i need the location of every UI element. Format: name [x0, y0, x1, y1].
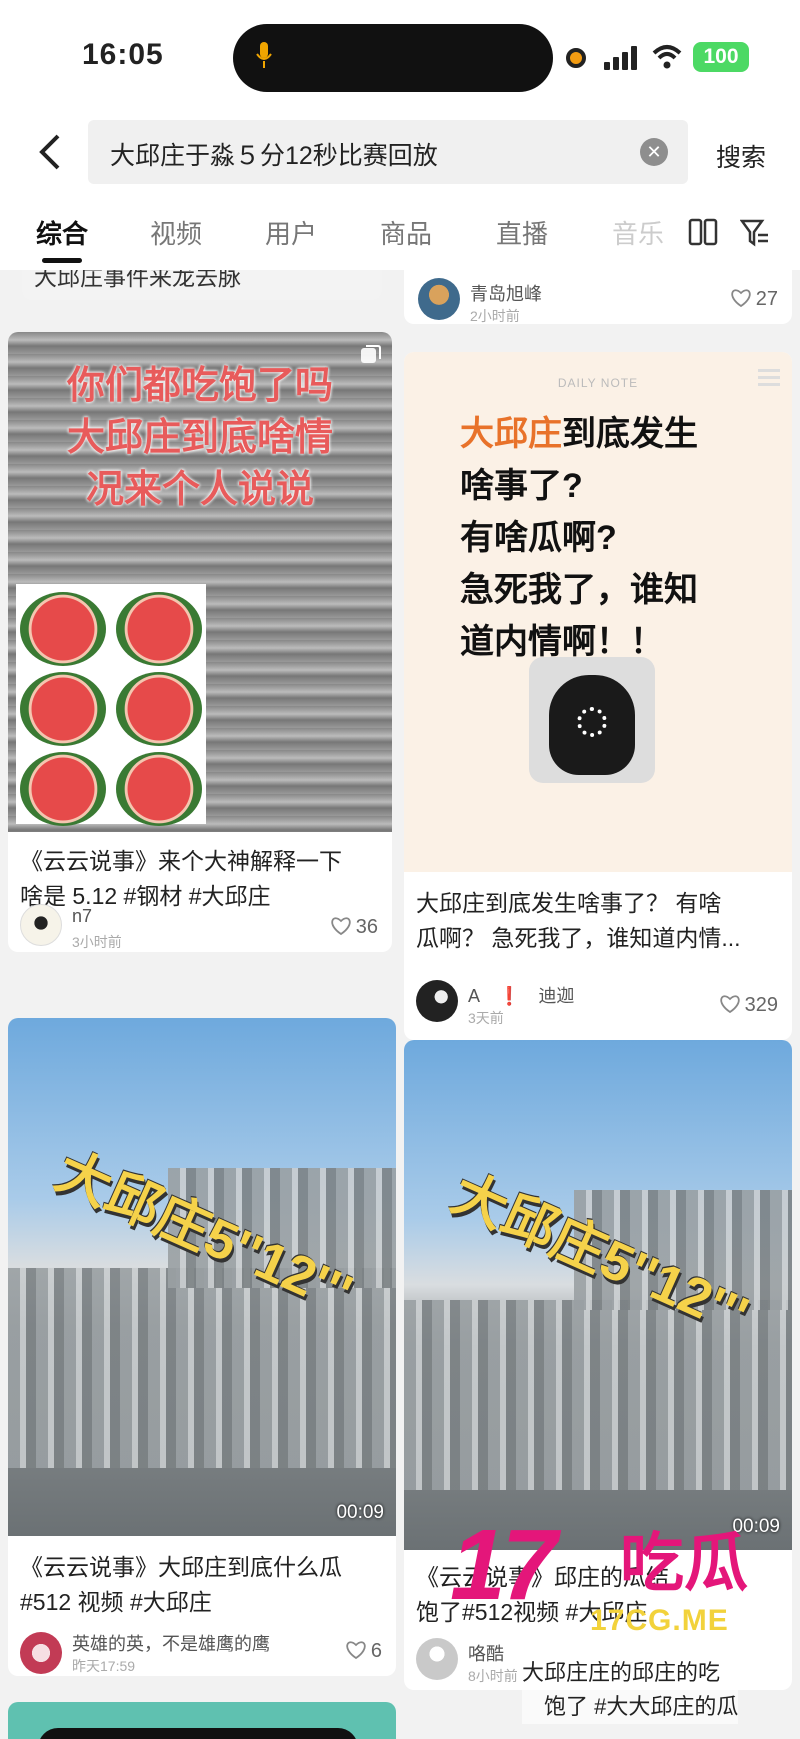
- post-title-line: 大邱庄到底发生啥事了？ 有啥: [416, 890, 722, 916]
- wifi-icon: [652, 45, 682, 69]
- post-title-line: 啥是 5.12 #钢材 #大邱庄: [20, 883, 271, 909]
- like-button[interactable]: 6: [345, 1640, 382, 1663]
- post-cover-image: DAILY NOTE 大邱庄到底发生 啥事了? 有啥瓜啊? 急死我了，谁知 道内…: [404, 352, 792, 872]
- post-time: 8小时前: [468, 1668, 518, 1684]
- video-duration: 00:09: [336, 1502, 384, 1523]
- watermark-logo: 17: [450, 1509, 557, 1621]
- tab-user[interactable]: 用户: [265, 214, 317, 251]
- overlay-caption: 大邱庄庄的邱庄的吃 饱了 #大大邱庄的瓜: [522, 1656, 739, 1724]
- post-card[interactable]: 你们都吃饱了吗 大邱庄到底啥情 况来个人说说 《云云说事》来个大神解释一下 啥是…: [8, 332, 392, 952]
- tab-music[interactable]: 音乐: [612, 214, 664, 251]
- tab-goods[interactable]: 商品: [380, 214, 432, 251]
- search-header: 大邱庄于淼５分12秒比赛回放 ✕ 搜索: [0, 110, 800, 196]
- watermark-url: 17CG.ME: [590, 1604, 729, 1637]
- heart-icon: [346, 1641, 366, 1660]
- multi-image-icon: [361, 345, 381, 363]
- note-header: DAILY NOTE: [557, 376, 639, 390]
- post-time: 3小时前: [72, 934, 122, 950]
- dynamic-island: [233, 24, 553, 92]
- recording-dot-icon: [566, 48, 586, 68]
- post-title-line: 瓜啊？ 急死我了，谁知道内情...: [416, 925, 741, 951]
- heart-icon: [331, 917, 351, 936]
- watermark-logo-text: 吃瓜: [620, 1527, 748, 1599]
- clock: 16:05: [82, 38, 164, 71]
- cover-caption-line: 你们都吃饱了吗: [66, 365, 333, 407]
- search-button[interactable]: 搜索: [716, 138, 766, 174]
- battery-indicator: 100: [693, 42, 749, 72]
- like-count: 27: [755, 288, 778, 310]
- post-title-line: 《云云说事》大邱庄到底什么瓜: [20, 1554, 342, 1580]
- back-arrow-icon[interactable]: [36, 132, 66, 172]
- heart-icon: [720, 995, 740, 1014]
- tab-live[interactable]: 直播: [496, 214, 548, 251]
- cover-caption-line: 况来个人说说: [85, 469, 314, 511]
- note-body: 大邱庄到底发生 啥事了? 有啥瓜啊? 急死我了，谁知 道内情啊！！: [460, 415, 698, 661]
- post-card[interactable]: DAILY NOTE 大邱庄到底发生 啥事了? 有啥瓜啊? 急死我了，谁知 道内…: [404, 352, 792, 1040]
- watermelon-image: [16, 584, 206, 826]
- filter-icon[interactable]: [740, 218, 770, 248]
- post-title-line: #512 视频 #大邱庄: [20, 1589, 212, 1615]
- like-count: 329: [744, 994, 778, 1016]
- like-button[interactable]: 27: [730, 288, 778, 311]
- author-name[interactable]: 咯酷: [468, 1640, 504, 1666]
- like-count: 6: [370, 1640, 382, 1662]
- post-time: 3天前: [468, 1010, 504, 1026]
- author-name[interactable]: 青岛旭峰: [470, 280, 542, 306]
- tab-video[interactable]: 视频: [150, 214, 202, 251]
- avatar[interactable]: [418, 278, 460, 320]
- like-button[interactable]: 329: [719, 994, 778, 1017]
- post-card[interactable]: 大邱庄5''12''' 00:09 《云云说事》大邱庄到底什么瓜 #512 视频…: [8, 1018, 396, 1676]
- layout-toggle-icon[interactable]: [688, 218, 718, 246]
- post-video-cover: 大邱庄5''12''' 00:09: [8, 1018, 396, 1536]
- status-bar: 16:05 100: [0, 0, 800, 110]
- clear-icon[interactable]: ✕: [640, 138, 668, 166]
- partial-card-right[interactable]: 青岛旭峰 2小时前 27: [404, 270, 792, 324]
- avatar[interactable]: [20, 904, 62, 946]
- post-title-line: 《云云说事》来个大神解释一下: [20, 848, 342, 874]
- search-query: 大邱庄于淼５分12秒比赛回放: [110, 142, 438, 170]
- cat-image: [529, 657, 655, 783]
- active-tab-indicator: [42, 258, 82, 263]
- avatar[interactable]: [416, 1638, 458, 1680]
- post-time: 昨天17:59: [72, 1658, 136, 1674]
- post-time: 2小时前: [470, 308, 520, 324]
- cover-caption-line: 大邱庄到底啥情: [66, 417, 333, 459]
- avatar[interactable]: [416, 980, 458, 1022]
- post-cover-image: 你们都吃饱了吗 大邱庄到底啥情 况来个人说说: [8, 332, 392, 832]
- note-highlight: 大邱庄: [460, 415, 562, 453]
- cellular-signal-icon: [604, 46, 637, 70]
- exclamation-icon: ❗: [498, 986, 521, 1006]
- post-video-cover: 大邱庄5''12''' 00:09: [404, 1040, 792, 1550]
- tab-bar: 综合 视频 用户 商品 直播 音乐: [0, 196, 800, 270]
- search-input[interactable]: 大邱庄于淼５分12秒比赛回放 ✕: [88, 120, 688, 184]
- partial-card-left[interactable]: 大邱庄事件来龙去脉: [22, 270, 382, 300]
- heart-icon: [731, 289, 751, 308]
- menu-lines-icon: [758, 369, 780, 386]
- tab-comprehensive[interactable]: 综合: [36, 214, 88, 251]
- avatar[interactable]: [20, 1632, 62, 1674]
- like-count: 36: [355, 916, 378, 938]
- microphone-icon: [256, 42, 272, 68]
- partial-card-title: 大邱庄事件来龙去脉: [34, 270, 241, 290]
- like-button[interactable]: 36: [330, 916, 378, 939]
- author-name[interactable]: n7: [72, 906, 92, 927]
- author-name[interactable]: 英雄的英，不是雄鹰的鹰: [72, 1630, 270, 1656]
- author-name[interactable]: A ❗ 迪迦: [468, 982, 574, 1008]
- post-card[interactable]: [8, 1702, 396, 1739]
